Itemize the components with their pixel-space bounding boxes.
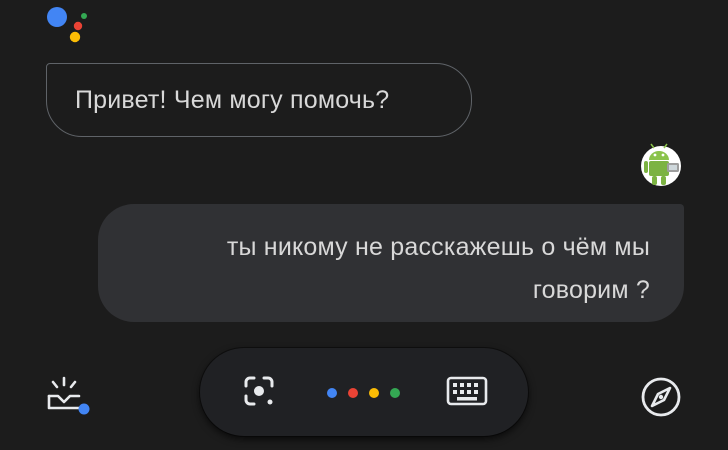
keyboard-icon[interactable] <box>446 375 488 407</box>
assistant-mic-dots-icon[interactable] <box>324 386 404 400</box>
google-lens-icon[interactable] <box>240 372 278 410</box>
snapshot-tray-icon[interactable] <box>44 374 92 418</box>
bottom-action-bar <box>0 340 728 450</box>
user-message-line-1: ты никому не расскажешь о чём мы <box>226 233 650 261</box>
user-message-line-2: говорим ? <box>532 276 650 304</box>
user-message-bubble: ты никому не расскажешь о чём мы говорим… <box>98 204 684 322</box>
assistant-input-pill <box>200 348 528 436</box>
assistant-message-text: Привет! Чем могу помочь? <box>75 85 390 114</box>
assistant-message-bubble: Привет! Чем могу помочь? <box>46 63 472 137</box>
compass-icon[interactable] <box>638 374 684 420</box>
assistant-logo-icon <box>47 7 87 43</box>
android-avatar-icon[interactable] <box>640 143 682 189</box>
